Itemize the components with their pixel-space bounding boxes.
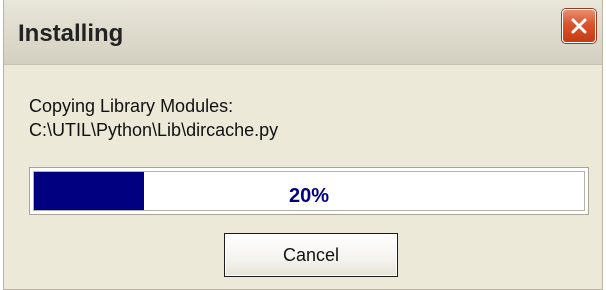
progress-track: 20% [33, 171, 585, 211]
window-title: Installing [18, 20, 124, 47]
installing-dialog: Installing Copying Library Modules: C:\U… [3, 0, 603, 290]
close-button[interactable] [562, 9, 596, 43]
progress-bar: 20% [29, 167, 589, 215]
title-bar[interactable]: Installing [4, 0, 602, 65]
file-path-text: C:\UTIL\Python\Lib\dircache.py [29, 120, 279, 140]
status-text: Copying Library Modules: [29, 96, 234, 116]
close-icon [571, 18, 587, 34]
progress-percent-label: 20% [288, 185, 330, 207]
cancel-button[interactable]: Cancel [224, 233, 398, 277]
